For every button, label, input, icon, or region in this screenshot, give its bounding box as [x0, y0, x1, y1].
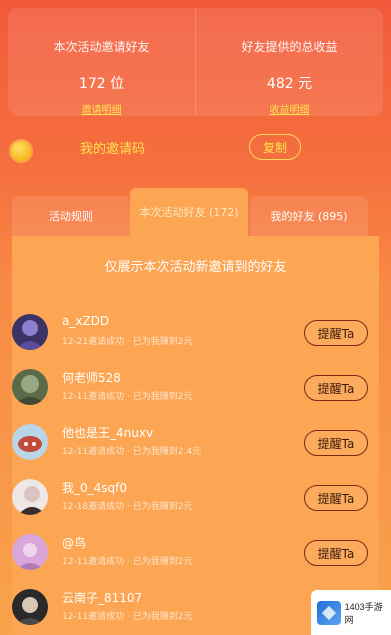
site-watermark: 1403手游网: [311, 590, 391, 635]
remind-button[interactable]: 提醒Ta: [304, 320, 368, 346]
friend-name: 我_0_4sqf0: [62, 481, 127, 495]
friend-row: 何老师528 12-11邀请成功 · 已为我赚到2元 提醒Ta: [12, 369, 372, 419]
earnings-detail-link[interactable]: 收益明细: [270, 101, 310, 116]
avatar: [12, 534, 48, 570]
friend-row: 我_0_4sqf0 12-18邀请成功 · 已为我赚到2元 提醒Ta: [12, 479, 372, 529]
coin-icon: [11, 141, 31, 161]
stat-value: 482 元: [266, 76, 313, 92]
stat-total-earnings: 好友提供的总收益 482 元 收益明细: [195, 8, 383, 116]
friend-row: a_xZDD 12-21邀请成功 · 已为我赚到2元 提醒Ta: [12, 314, 372, 364]
copy-button[interactable]: 复制: [249, 134, 301, 160]
avatar: [12, 479, 48, 515]
friend-name: 云南子_81107: [62, 591, 143, 605]
stat-label: 本次活动邀请好友: [53, 40, 150, 54]
friend-meta: 12-18邀请成功 · 已为我赚到2元: [62, 502, 193, 512]
remind-button[interactable]: 提醒Ta: [304, 485, 368, 511]
watermark-text: 1403手游网: [344, 601, 383, 625]
friend-meta: 12-11邀请成功 · 已为我赚到2元: [62, 557, 193, 567]
friend-row: @鸟 12-11邀请成功 · 已为我赚到2元 提醒Ta: [12, 534, 372, 584]
panel-title: 仅展示本次活动新邀请到的好友: [104, 260, 287, 275]
avatar: [12, 589, 48, 625]
avatar: [12, 424, 48, 460]
invite-code-row: 我的邀请码: [0, 126, 391, 170]
friend-meta: 12-21邀请成功 · 已为我赚到2元: [62, 337, 193, 347]
friend-meta: 12-11邀请成功 · 已为我赚到2元: [62, 392, 193, 402]
friend-name: 他也是王_4nuxv: [62, 426, 154, 440]
stats-card: 本次活动邀请好友 172 位 邀请明细 好友提供的总收益 482 元 收益明细: [8, 8, 383, 116]
friend-name: @鸟: [62, 536, 87, 550]
friend-name: 何老师528: [62, 371, 121, 385]
stat-label: 好友提供的总收益: [241, 40, 338, 54]
avatar: [12, 369, 48, 405]
remind-button[interactable]: 提醒Ta: [304, 430, 368, 456]
remind-button[interactable]: 提醒Ta: [304, 540, 368, 566]
stat-value: 172 位: [78, 76, 125, 92]
tab-rules[interactable]: 活动规则: [12, 196, 130, 236]
remind-button[interactable]: 提醒Ta: [304, 375, 368, 401]
tab-bar: 活动规则 本次活动好友 (172) 我的好友 (895): [12, 188, 379, 236]
friend-name: a_xZDD: [62, 314, 110, 328]
tab-campaign-friends[interactable]: 本次活动好友 (172): [130, 188, 248, 236]
friend-meta: 12-11邀请成功 · 已为我赚到2.4元: [62, 447, 202, 457]
avatar: [12, 314, 48, 350]
site-logo-icon: [317, 600, 341, 625]
friend-meta: 12-11邀请成功 · 已为我赚到2元: [62, 612, 193, 622]
friend-row: 他也是王_4nuxv 12-11邀请成功 · 已为我赚到2.4元 提醒Ta: [12, 424, 372, 474]
stat-invited-friends: 本次活动邀请好友 172 位 邀请明细: [8, 8, 195, 116]
invite-detail-link[interactable]: 邀请明细: [82, 101, 122, 116]
invite-code-label: 我的邀请码: [80, 142, 146, 157]
tab-my-friends[interactable]: 我的好友 (895): [250, 196, 368, 236]
